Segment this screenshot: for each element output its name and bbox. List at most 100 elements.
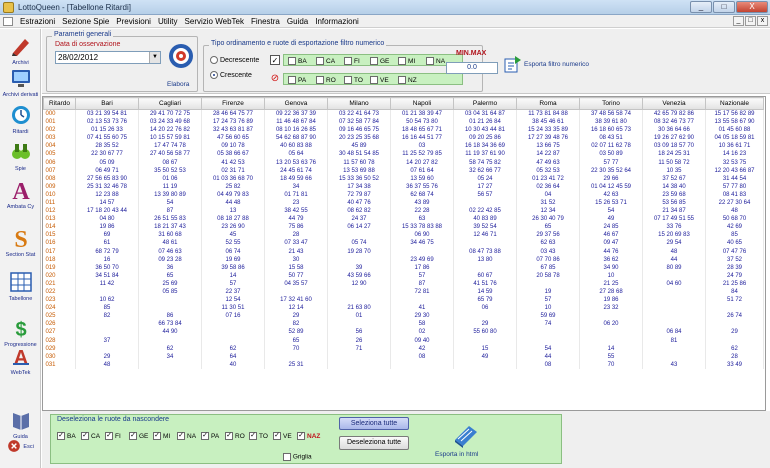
- numbers-cell[interactable]: 26 51 55 83: [138, 215, 202, 224]
- numbers-cell[interactable]: 56 57: [453, 190, 517, 199]
- numbers-cell[interactable]: 39: [327, 263, 391, 272]
- delay-cell[interactable]: 003: [43, 134, 76, 143]
- numbers-cell[interactable]: 03 09 18 57 70: [642, 142, 706, 151]
- numbers-cell[interactable]: 42: [390, 344, 454, 353]
- numbers-cell[interactable]: 45: [201, 231, 265, 240]
- numbers-cell[interactable]: 06 74: [201, 247, 265, 256]
- sidebar-item-esci[interactable]: Esci: [0, 439, 41, 453]
- numbers-cell[interactable]: [453, 336, 517, 345]
- numbers-cell[interactable]: [642, 271, 706, 280]
- table-row[interactable]: 027 44 90 52 89 56 02 55 60 80 06 84 29: [43, 328, 764, 337]
- delay-cell[interactable]: 013: [43, 215, 76, 224]
- numbers-cell[interactable]: 82: [264, 320, 328, 329]
- numbers-cell[interactable]: [264, 352, 328, 361]
- numbers-cell[interactable]: 14 20 22 76 82: [138, 126, 202, 135]
- table-row[interactable]: 014 19 86 18 21 37 43 23 26 90 75 86 06 14 27…: [43, 223, 764, 232]
- numbers-cell[interactable]: 09 40: [390, 336, 454, 345]
- numbers-cell[interactable]: 19 86: [75, 223, 139, 232]
- delay-cell[interactable]: 011: [43, 198, 76, 208]
- numbers-cell[interactable]: 37 48 56 58 74: [579, 109, 643, 118]
- numbers-cell[interactable]: [516, 279, 580, 288]
- numbers-cell[interactable]: 85: [75, 304, 139, 313]
- numbers-cell[interactable]: 15 24 33 35 89: [516, 126, 580, 135]
- numbers-cell[interactable]: 08 32 46 73 77: [642, 118, 706, 127]
- numbers-cell[interactable]: 03 04 31 64 87: [453, 109, 517, 118]
- numbers-cell[interactable]: 40: [201, 360, 265, 369]
- wheel-ba[interactable]: BA: [288, 57, 307, 65]
- numbers-cell[interactable]: 34 46 75: [390, 239, 454, 248]
- griglia-option[interactable]: Griglia: [283, 453, 312, 461]
- numbers-cell[interactable]: 04 80: [75, 215, 139, 224]
- table-row[interactable]: 004 28 35 52 17 47 74 78 09 10 78 40 60 83 8…: [43, 142, 764, 151]
- numbers-cell[interactable]: 65: [264, 336, 328, 345]
- numbers-cell[interactable]: 60 67: [453, 271, 517, 280]
- delay-cell[interactable]: 028: [43, 336, 76, 345]
- numbers-cell[interactable]: 12 20 43 66 87: [705, 166, 764, 175]
- numbers-cell[interactable]: 05 74: [327, 239, 391, 248]
- numbers-cell[interactable]: 54: [579, 207, 643, 216]
- numbers-cell[interactable]: 14: [201, 271, 265, 280]
- table-row[interactable]: 009 25 31 32 46 78 11 19 25 82 34 17 34 38 36 …: [43, 182, 764, 191]
- table-row[interactable]: 010 12 23 88 13 39 80 89 04 49 79 83 01 71 8…: [43, 190, 764, 199]
- numbers-cell[interactable]: 70: [579, 360, 643, 369]
- numbers-cell[interactable]: 70: [264, 344, 328, 353]
- numbers-cell[interactable]: 16 18 60 65 73: [579, 126, 643, 135]
- numbers-cell[interactable]: 63: [390, 215, 454, 224]
- numbers-cell[interactable]: 12 46 71: [453, 231, 517, 240]
- numbers-cell[interactable]: 22 37: [201, 287, 265, 297]
- numbers-cell[interactable]: 19: [516, 287, 580, 297]
- table-row[interactable]: 021 11 42 25 69 57 04 35 57 12 90 87 41 51 76 21…: [43, 279, 764, 288]
- numbers-cell[interactable]: 26 74: [705, 312, 764, 321]
- numbers-cell[interactable]: 28 39: [705, 263, 764, 272]
- numbers-cell[interactable]: 01: [327, 312, 391, 321]
- wheel-fi[interactable]: FI: [344, 57, 360, 65]
- export-filter-label[interactable]: Esporta filtro numerico: [524, 61, 589, 68]
- table-row[interactable]: 016 61 48 61 52 55 07 33 47 05 74 34 46 75 62 6…: [43, 239, 764, 248]
- numbers-cell[interactable]: 03 22 41 64 73: [327, 109, 391, 118]
- numbers-cell[interactable]: 23 26 90: [201, 223, 265, 232]
- numbers-cell[interactable]: 28 35 52: [75, 142, 139, 151]
- table-row[interactable]: 013 04 80 26 51 55 83 08 18 27 88 44 79 24 37…: [43, 215, 764, 224]
- numbers-cell[interactable]: 44 90: [138, 328, 202, 337]
- table-row[interactable]: 005 22 30 67 77 27 40 56 58 77 05 38 66 67 0…: [43, 150, 764, 159]
- delay-cell[interactable]: 027: [43, 328, 76, 337]
- numbers-cell[interactable]: 32 43 63 81 87: [201, 126, 265, 135]
- wheel-ge[interactable]: GE: [370, 57, 389, 65]
- numbers-cell[interactable]: 06 49 71: [75, 166, 139, 175]
- hide-wheel-checkbox[interactable]: ✓: [297, 432, 305, 440]
- numbers-cell[interactable]: 48: [75, 360, 139, 369]
- delay-cell[interactable]: 008: [43, 174, 76, 183]
- numbers-cell[interactable]: 22 30 67 77: [75, 150, 139, 159]
- numbers-cell[interactable]: 23 59 68: [642, 190, 706, 199]
- delay-cell[interactable]: 004: [43, 142, 76, 151]
- table-row[interactable]: 029 62 62 70 71 42 15 54 14 62: [43, 344, 764, 353]
- table-row[interactable]: 003 07 41 55 60 75 10 15 57 59 81 47 56 60 …: [43, 134, 764, 143]
- numbers-cell[interactable]: 15 33 36 50 52: [327, 174, 391, 183]
- numbers-cell[interactable]: 84: [705, 287, 764, 297]
- numbers-cell[interactable]: 27 56 65 83 90: [75, 174, 139, 183]
- numbers-cell[interactable]: 24 37: [327, 215, 391, 224]
- numbers-cell[interactable]: 01 71 81: [264, 190, 328, 199]
- delay-cell[interactable]: 025: [43, 312, 76, 321]
- numbers-cell[interactable]: 44 76: [579, 247, 643, 256]
- numbers-cell[interactable]: 17 34 38: [327, 182, 391, 191]
- delay-cell[interactable]: 005: [43, 150, 76, 159]
- numbers-cell[interactable]: 03 50 89: [579, 150, 643, 159]
- numbers-cell[interactable]: 10 35: [642, 166, 706, 175]
- numbers-cell[interactable]: 12 23 88: [75, 190, 139, 199]
- numbers-cell[interactable]: 40 83 89: [453, 215, 517, 224]
- delay-cell[interactable]: 016: [43, 239, 76, 248]
- target-icon[interactable]: [168, 43, 194, 69]
- numbers-cell[interactable]: 58 74 75 82: [453, 158, 517, 167]
- numbers-cell[interactable]: 04 35 57: [264, 279, 328, 288]
- numbers-cell[interactable]: 03 21 39 54 81: [75, 109, 139, 118]
- numbers-cell[interactable]: 05 09: [75, 158, 139, 167]
- numbers-cell[interactable]: 42 63: [579, 190, 643, 199]
- menu-estrazioni[interactable]: Estrazioni: [20, 17, 55, 26]
- hide-wheel-checkbox[interactable]: ✓: [129, 432, 137, 440]
- delay-cell[interactable]: 001: [43, 118, 76, 127]
- numbers-cell[interactable]: 51 72: [705, 296, 764, 305]
- table-row[interactable]: 031 48 40 25 31 08 70 43 33 49: [43, 360, 764, 369]
- delay-cell[interactable]: 009: [43, 182, 76, 191]
- numbers-cell[interactable]: [642, 287, 706, 297]
